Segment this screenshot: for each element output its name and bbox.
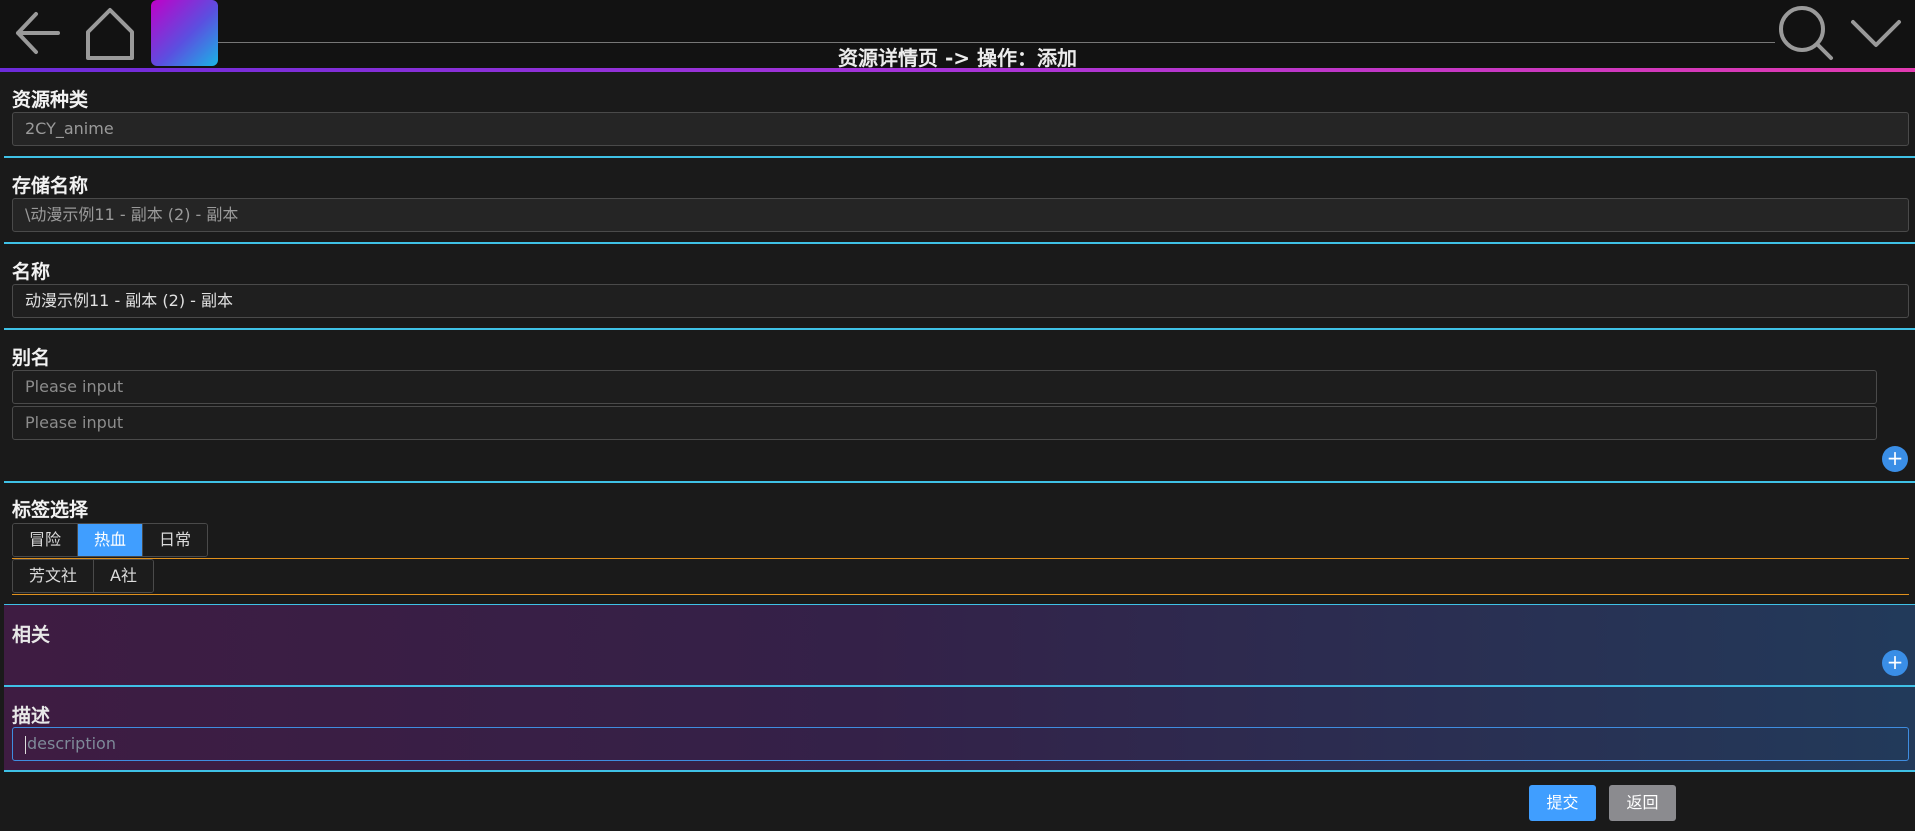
description-label: 描述: [12, 705, 51, 727]
back-button[interactable]: 返回: [1609, 785, 1676, 821]
description-input[interactable]: description: [12, 727, 1909, 761]
related-label: 相关: [12, 624, 51, 646]
text-caret: [25, 735, 26, 754]
description-placeholder: description: [27, 734, 116, 753]
add-alias-button[interactable]: +: [1882, 446, 1908, 472]
tag-a-company[interactable]: A社: [94, 560, 153, 592]
name-field[interactable]: 动漫示例11 - 副本 (2) - 副本: [12, 284, 1909, 318]
section-divider: [4, 481, 1915, 483]
add-related-button[interactable]: +: [1882, 650, 1908, 676]
tag-daily[interactable]: 日常: [143, 524, 208, 556]
top-bar: 资源详情页 -> 操作：添加: [0, 0, 1915, 70]
accent-bar: [0, 68, 1915, 72]
section-divider: [4, 242, 1915, 244]
alias-input-1[interactable]: Please input: [12, 370, 1877, 404]
search-icon[interactable]: [1777, 4, 1835, 62]
section-divider: [4, 685, 1915, 687]
chevron-down-icon[interactable]: [1849, 4, 1903, 58]
alias-input-2[interactable]: Please input: [12, 406, 1877, 440]
resource-type-field[interactable]: 2CY_anime: [12, 112, 1909, 146]
section-divider: [4, 770, 1915, 772]
tag-adventure[interactable]: 冒险: [13, 524, 79, 556]
section-divider: [4, 328, 1915, 330]
name-label: 名称: [12, 261, 51, 283]
storage-name-label: 存储名称: [12, 175, 89, 197]
section-divider: [4, 156, 1915, 158]
submit-button[interactable]: 提交: [1529, 785, 1596, 821]
tag-group-separator: [12, 558, 1909, 559]
page-title: 资源详情页 -> 操作：添加: [838, 46, 1077, 70]
storage-name-field[interactable]: \动漫示例11 - 副本 (2) - 副本: [12, 198, 1909, 232]
alias-label: 别名: [12, 347, 51, 369]
tags-label: 标签选择: [12, 499, 89, 521]
tag-hot-blooded[interactable]: 热血: [78, 524, 144, 556]
tag-houbunsha[interactable]: 芳文社: [13, 560, 95, 592]
tag-group-publisher: 芳文社 A社: [12, 559, 154, 593]
tag-group-separator: [12, 594, 1909, 595]
tag-group-genre: 冒险 热血 日常: [12, 523, 209, 557]
resource-type-label: 资源种类: [12, 89, 89, 111]
